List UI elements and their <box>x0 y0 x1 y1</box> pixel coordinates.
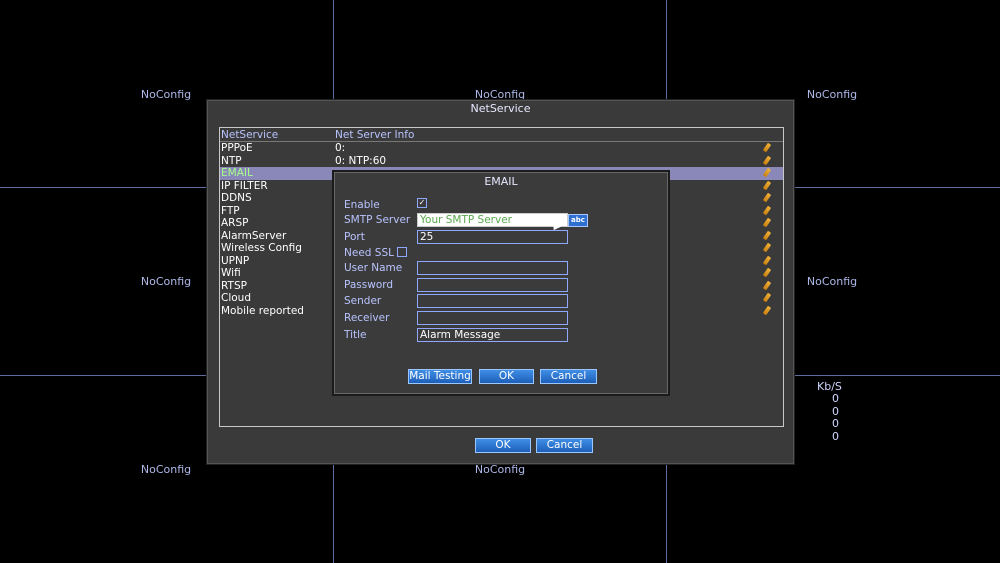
need-ssl-checkbox[interactable] <box>397 247 407 257</box>
row-name: AlarmServer <box>221 229 287 242</box>
netservice-title: NetService <box>470 102 531 115</box>
smtp-server-label: SMTP Server <box>344 214 411 226</box>
bitrate-value-4: 0 <box>832 429 839 443</box>
row-name: EMAIL <box>221 167 253 179</box>
list-header: NetService Net Server Info <box>220 129 783 142</box>
netservice-ok-button[interactable]: OK <box>475 438 531 453</box>
edit-pencil-icon[interactable] <box>762 305 772 315</box>
enable-label: Enable <box>344 199 380 211</box>
row-name: PPPoE <box>221 142 253 154</box>
row-name: DDNS <box>221 192 252 204</box>
email-ok-button[interactable]: OK <box>479 369 534 384</box>
column-header-netservice: NetService <box>221 129 279 141</box>
password-label: Password <box>344 279 394 291</box>
password-input[interactable] <box>417 278 568 292</box>
edit-pencil-icon[interactable] <box>762 230 772 240</box>
row-name: FTP <box>221 204 240 217</box>
email-cancel-button[interactable]: Cancel <box>540 369 597 384</box>
port-input[interactable]: 25 <box>417 230 568 244</box>
smtp-server-value: Your SMTP Server <box>420 214 512 226</box>
edit-pencil-icon[interactable] <box>762 192 772 203</box>
row-name: Mobile reported <box>221 304 304 317</box>
email-dialog-title: EMAIL <box>484 175 518 188</box>
row-name: IP FILTER <box>221 179 268 192</box>
title-input[interactable]: Alarm Message <box>417 328 568 342</box>
port-label: Port <box>344 231 365 243</box>
edit-pencil-icon[interactable] <box>762 242 772 253</box>
edit-pencil-icon[interactable] <box>762 142 772 153</box>
bitrate-value-1: 0 <box>832 392 839 405</box>
row-info: 0: <box>335 142 346 154</box>
edit-pencil-icon[interactable] <box>762 180 772 190</box>
list-row-pppoe[interactable]: PPPoE 0: <box>220 142 783 155</box>
receiver-label: Receiver <box>344 312 390 324</box>
sender-input[interactable] <box>417 294 568 308</box>
edit-pencil-icon[interactable] <box>762 255 772 265</box>
row-name: Cloud <box>221 292 251 304</box>
row-name: Wireless Config <box>221 242 302 254</box>
user-name-input[interactable] <box>417 261 568 275</box>
email-dialog: EMAIL Enable ✓ SMTP Server Your SMTP Ser… <box>332 170 670 396</box>
edit-pencil-icon[interactable] <box>762 280 772 290</box>
list-row-ntp[interactable]: NTP 0: NTP:60 <box>220 155 783 168</box>
mail-testing-button[interactable]: Mail Testing <box>408 369 472 384</box>
edit-pencil-icon[interactable] <box>762 155 772 165</box>
edit-pencil-icon[interactable] <box>762 267 772 278</box>
user-name-label: User Name <box>344 262 403 274</box>
edit-pencil-icon[interactable] <box>762 292 772 303</box>
bitrate-value-3: 0 <box>832 417 839 430</box>
row-name: RTSP <box>221 279 247 292</box>
receiver-input[interactable] <box>417 311 568 325</box>
title-label: Title <box>344 329 367 341</box>
row-name: Wifi <box>221 267 241 279</box>
edit-pencil-icon[interactable] <box>762 167 772 178</box>
edit-pencil-icon[interactable] <box>762 205 772 215</box>
row-name: UPNP <box>221 254 250 267</box>
need-ssl-label: Need SSL <box>344 247 394 259</box>
enable-checkbox[interactable]: ✓ <box>417 198 427 208</box>
row-info: 0: NTP:60 <box>335 154 387 167</box>
row-name: NTP <box>221 154 242 167</box>
row-name: ARSP <box>221 217 249 229</box>
sender-label: Sender <box>344 295 382 307</box>
edit-pencil-icon[interactable] <box>762 217 772 228</box>
column-header-info: Net Server Info <box>335 129 415 141</box>
keyboard-abc-button[interactable]: abc <box>568 214 588 227</box>
bitrate-readout: Kb/S 0 0 0 0 <box>810 380 842 443</box>
smtp-server-input[interactable]: Your SMTP Server <box>417 213 568 227</box>
netservice-cancel-button[interactable]: Cancel <box>536 438 593 453</box>
